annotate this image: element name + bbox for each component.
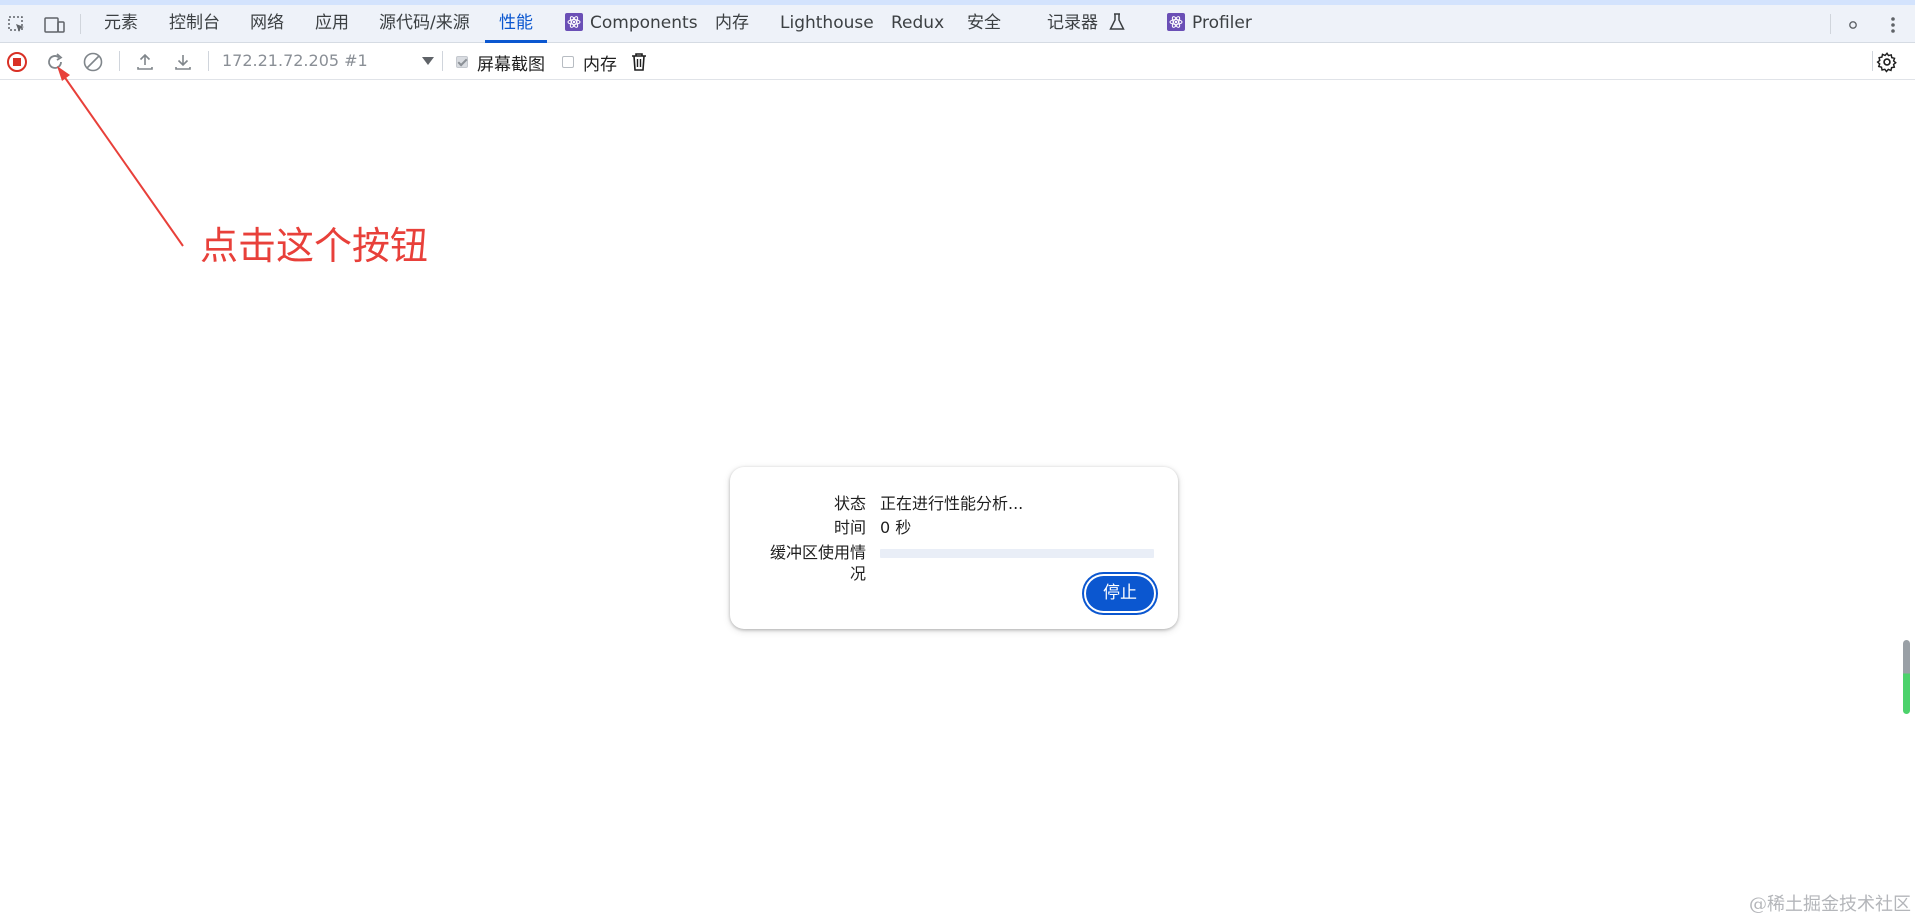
tab-performance[interactable]: 性能 — [485, 5, 547, 43]
tab-profiler[interactable]: Profiler — [1167, 5, 1252, 42]
divider — [1830, 14, 1831, 34]
chevron-down-icon — [422, 57, 434, 65]
buffer-usage-bar — [880, 549, 1154, 558]
watermark: @稀土掘金技术社区 — [1749, 894, 1911, 915]
status-value: 正在进行性能分析... — [880, 494, 1024, 513]
divider — [442, 51, 443, 71]
divider — [1872, 51, 1873, 71]
react-icon — [1167, 13, 1185, 31]
buffer-label-line1: 缓冲区使用情 — [769, 543, 866, 562]
tab-components-label: Components — [590, 13, 698, 33]
tab-application[interactable]: 应用 — [315, 5, 349, 42]
buffer-label-line2: 况 — [849, 564, 866, 583]
more-options-icon[interactable] — [1882, 14, 1904, 36]
screenshots-checkbox[interactable]: 屏幕截图 — [456, 50, 545, 75]
annotation-text: 点击这个按钮 — [200, 224, 429, 268]
tab-components[interactable]: Components — [565, 5, 698, 42]
side-scroll-indicator — [1903, 640, 1910, 714]
status-label: 状态 — [833, 494, 866, 513]
tab-security[interactable]: 安全 — [967, 5, 1001, 42]
settings-gear-icon[interactable] — [1842, 14, 1864, 36]
tab-recorder-label: 记录器 — [1047, 13, 1098, 33]
stop-button[interactable]: 停止 — [1086, 576, 1154, 611]
checkbox-box[interactable] — [562, 56, 574, 68]
memory-label: 内存 — [583, 54, 617, 75]
time-label: 时间 — [833, 518, 866, 537]
tab-profiler-label: Profiler — [1192, 13, 1252, 33]
tab-recorder[interactable]: 记录器 — [1047, 5, 1126, 42]
tab-memory[interactable]: 内存 — [715, 5, 749, 42]
flask-icon — [1109, 13, 1126, 30]
buffer-usage-label: 缓冲区使用情 况 — [770, 542, 866, 584]
time-value: 0 秒 — [880, 518, 912, 537]
capture-settings-gear-icon[interactable] — [1876, 51, 1898, 73]
tab-redux[interactable]: Redux — [891, 5, 944, 42]
react-icon — [565, 13, 583, 31]
tab-lighthouse[interactable]: Lighthouse — [780, 5, 874, 42]
garbage-collect-trash-icon[interactable] — [628, 51, 650, 73]
tab-sources[interactable]: 源代码/来源 — [379, 5, 470, 42]
profiling-status-dialog: 状态 正在进行性能分析... 时间 0 秒 缓冲区使用情 况 停止 — [730, 467, 1178, 629]
memory-checkbox[interactable]: 内存 — [562, 50, 617, 75]
screenshots-label: 屏幕截图 — [477, 54, 545, 75]
checkbox-box[interactable] — [456, 56, 468, 68]
